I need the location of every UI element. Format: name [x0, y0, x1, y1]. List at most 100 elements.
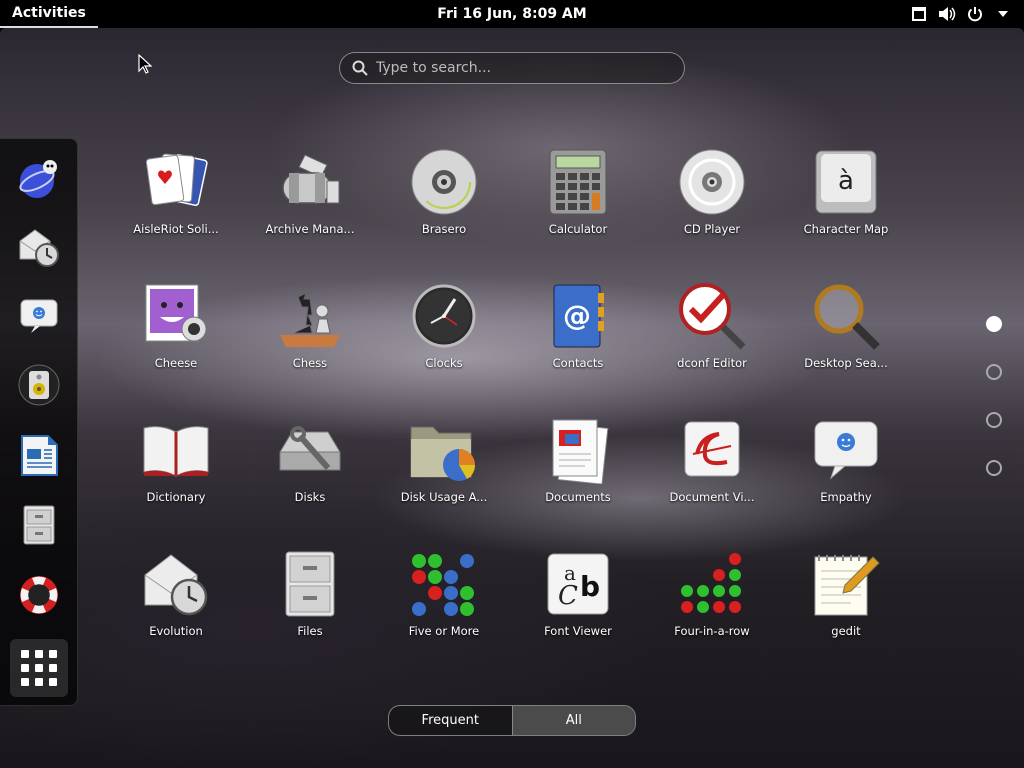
checkmark-magnifier-icon [676, 280, 748, 352]
app-calculator[interactable]: Calculator [512, 140, 644, 250]
app-label: Clocks [425, 356, 463, 370]
app-archive-manager[interactable]: Archive Mana... [244, 140, 376, 250]
pidgin-icon[interactable] [15, 155, 63, 203]
app-label: Dictionary [146, 490, 206, 504]
power-icon[interactable] [966, 5, 984, 23]
keyboard-key-icon: à [810, 146, 882, 218]
app-label: Disks [294, 490, 326, 504]
document-viewer-icon [676, 414, 748, 486]
activities-button[interactable]: Activities [0, 0, 98, 28]
app-dictionary[interactable]: Dictionary [110, 408, 242, 518]
app-desktop-search[interactable]: Desktop Sea... [780, 274, 912, 384]
app-label: Evolution [149, 624, 203, 638]
volume-icon[interactable] [938, 5, 956, 23]
search-box[interactable] [339, 52, 685, 84]
app-label: Five or More [408, 624, 480, 638]
evolution-icon[interactable] [15, 223, 63, 271]
app-cd-player[interactable]: CD Player [646, 140, 778, 250]
svg-text:b: b [580, 570, 600, 603]
app-aisleriot[interactable]: AisleRiot Soli... [110, 140, 242, 250]
all-button[interactable]: All [511, 706, 635, 735]
colored-balls-icon [408, 548, 480, 620]
archive-icon [274, 146, 346, 218]
book-icon [140, 414, 212, 486]
font-icon: aCb [542, 548, 614, 620]
page-dot-2[interactable] [986, 364, 1002, 380]
app-gedit[interactable]: gedit [780, 542, 912, 652]
svg-text:@: @ [563, 299, 591, 332]
webcam-icon [140, 280, 212, 352]
app-five-or-more[interactable]: Five or More [378, 542, 510, 652]
app-label: dconf Editor [677, 356, 747, 370]
cards-icon [140, 146, 212, 218]
clock-icon [408, 280, 480, 352]
documents-icon [542, 414, 614, 486]
window-icon[interactable] [910, 5, 928, 23]
search-input[interactable] [376, 60, 666, 76]
disk-utility-icon [274, 414, 346, 486]
app-label: AisleRiot Soli... [133, 222, 219, 236]
app-label: Empathy [820, 490, 872, 504]
clock-button[interactable]: Fri 16 Jun, 8:09 AM [437, 6, 586, 22]
dash [0, 138, 78, 706]
empathy-icon[interactable] [15, 291, 63, 339]
app-cheese[interactable]: Cheese [110, 274, 242, 384]
show-applications-icon[interactable] [10, 639, 68, 697]
page-dot-3[interactable] [986, 412, 1002, 428]
app-label: Character Map [803, 222, 889, 236]
dropdown-arrow-icon[interactable] [994, 5, 1012, 23]
app-label: Contacts [552, 356, 604, 370]
help-icon[interactable] [15, 571, 63, 619]
app-brasero[interactable]: Brasero [378, 140, 510, 250]
search-icon [352, 60, 368, 76]
address-book-icon: @ [542, 280, 614, 352]
app-dconf-editor[interactable]: dconf Editor [646, 274, 778, 384]
app-grid: AisleRiot Soli... Archive Mana... Braser… [110, 140, 915, 680]
calculator-icon [542, 146, 614, 218]
app-label: Archive Mana... [265, 222, 355, 236]
app-label: Document Vi... [669, 490, 755, 504]
app-font-viewer[interactable]: aCb Font Viewer [512, 542, 644, 652]
app-document-viewer[interactable]: Document Vi... [646, 408, 778, 518]
mouse-cursor-icon [138, 54, 152, 74]
chess-icon [274, 280, 346, 352]
app-disk-usage[interactable]: Disk Usage A... [378, 408, 510, 518]
app-clocks[interactable]: Clocks [378, 274, 510, 384]
four-in-row-icon [676, 548, 748, 620]
app-character-map[interactable]: à Character Map [780, 140, 912, 250]
app-contacts[interactable]: @ Contacts [512, 274, 644, 384]
frequent-button[interactable]: Frequent [389, 706, 512, 735]
page-dot-1[interactable] [986, 316, 1002, 332]
page-dot-4[interactable] [986, 460, 1002, 476]
top-bar: Activities Fri 16 Jun, 8:09 AM [0, 0, 1024, 28]
rhythmbox-icon[interactable] [15, 361, 63, 409]
app-documents[interactable]: Documents [512, 408, 644, 518]
disc-burner-icon [408, 146, 480, 218]
disk-usage-icon [408, 414, 480, 486]
app-empathy[interactable]: Empathy [780, 408, 912, 518]
app-label: gedit [831, 624, 861, 638]
app-chess[interactable]: Chess [244, 274, 376, 384]
app-evolution[interactable]: Evolution [110, 542, 242, 652]
app-disks[interactable]: Disks [244, 408, 376, 518]
magnifier-icon [810, 280, 882, 352]
app-label: Desktop Sea... [804, 356, 888, 370]
app-label: Disk Usage A... [400, 490, 488, 504]
app-label: Documents [545, 490, 611, 504]
writer-icon[interactable] [15, 431, 63, 479]
svg-text:C: C [558, 581, 578, 611]
mail-clock-icon [140, 548, 212, 620]
app-files[interactable]: Files [244, 542, 376, 652]
file-cabinet-icon [274, 548, 346, 620]
app-label: Files [297, 624, 323, 638]
app-label: Chess [292, 356, 328, 370]
app-label: CD Player [683, 222, 741, 236]
app-label: Four-in-a-row [674, 624, 750, 638]
app-label: Brasero [421, 222, 467, 236]
app-four-in-a-row[interactable]: Four-in-a-row [646, 542, 778, 652]
view-switch: Frequent All [388, 705, 636, 736]
cd-icon [676, 146, 748, 218]
clock: Fri 16 Jun, 8:09 AM [0, 0, 1024, 28]
text-editor-icon [810, 548, 882, 620]
files-icon[interactable] [15, 501, 63, 549]
